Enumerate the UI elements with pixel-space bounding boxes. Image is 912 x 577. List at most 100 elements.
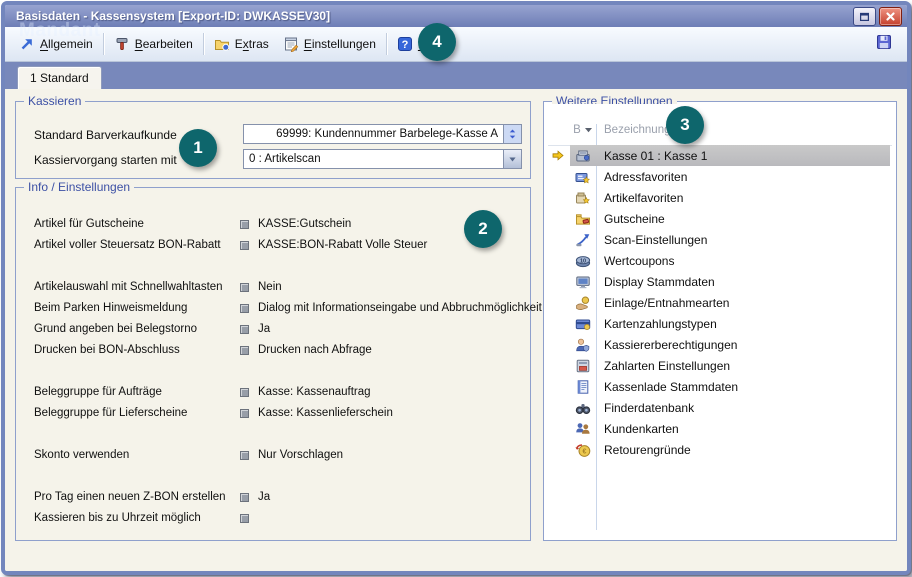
group-kassieren: Kassieren Standard Barverkaufkunde 69999… <box>15 101 531 179</box>
settings-list-row[interactable]: Gutscheine <box>546 208 894 229</box>
window-title: Basisdaten - Kassensystem [Export-ID: DW… <box>10 9 330 23</box>
settings-list-row-label: Kasse 01 : Kasse 1 <box>596 149 707 163</box>
bullet-icon <box>240 514 249 523</box>
settings-list-row-label: Display Stammdaten <box>596 275 715 289</box>
row-pointer-icon <box>552 150 564 161</box>
info-row: Pro Tag einen neuen Z-BON erstellenJa <box>34 487 524 507</box>
article-favorites-icon <box>575 190 591 206</box>
settings-list-row[interactable]: Kassiererberechtigungen <box>546 334 894 355</box>
row-gutter <box>546 313 570 334</box>
settings-list-row[interactable]: €Retourengründe <box>546 439 894 460</box>
row-body: Zahlarten Einstellungen <box>570 355 890 376</box>
row-gutter <box>546 292 570 313</box>
info-row-label: Grund angeben bei Belegstorno <box>34 323 240 335</box>
row-gutter <box>546 187 570 208</box>
row-body: Scan-Einstellungen <box>570 229 890 250</box>
settings-list: B Bezeichnung Kasse 01 : Kasse 1 Adressfa… <box>546 104 894 538</box>
toolbar-separator <box>386 33 387 55</box>
info-row-value: KASSE:BON-Rabatt Volle Steuer <box>258 239 427 251</box>
row-gutter <box>546 229 570 250</box>
restore-button[interactable] <box>853 7 876 26</box>
info-row-label: Artikel für Gutscheine <box>34 218 240 230</box>
callout-badge-4: 4 <box>418 23 456 61</box>
row-body: 10Wertcoupons <box>570 250 890 271</box>
cash-drawer-masterdata-icon <box>575 379 591 395</box>
settings-list-row[interactable]: Display Stammdaten <box>546 271 894 292</box>
settings-list-row[interactable]: Artikelfavoriten <box>546 187 894 208</box>
info-row: Drucken bei BON-AbschlussDrucken nach Ab… <box>34 340 524 360</box>
cashier-permissions-icon <box>575 337 591 353</box>
settings-list-row[interactable]: Kundenkarten <box>546 418 894 439</box>
info-row: Artikel für GutscheineKASSE:Gutschein <box>34 214 524 234</box>
toolbar-item-einstellungen[interactable]: Einstellungen <box>276 33 383 55</box>
settings-list-row[interactable]: Einlage/Entnahmearten <box>546 292 894 313</box>
list-header: B Bezeichnung <box>546 124 894 144</box>
return-reasons-icon: € <box>575 442 591 458</box>
callout-badge-1: 1 <box>179 129 217 167</box>
toolbar-item-bearbeiten[interactable]: Bearbeiten <box>107 33 200 55</box>
row-gutter <box>546 376 570 397</box>
info-row-value: Ja <box>258 491 270 503</box>
column-header-icon[interactable]: B <box>570 124 596 136</box>
restore-icon <box>858 10 871 23</box>
callout-badge-3: 3 <box>666 106 704 144</box>
address-favorites-icon <box>575 169 591 185</box>
settings-list-row[interactable]: Zahlarten Einstellungen <box>546 355 894 376</box>
toolbar: AllgemeinBearbeitenExtrasEinstellungen?H… <box>5 27 907 62</box>
page: Kassieren Standard Barverkaufkunde 69999… <box>5 89 907 571</box>
standard-barverkaufkunde-label: Standard Barverkaufkunde <box>34 128 177 142</box>
settings-list-row[interactable]: Kasse 01 : Kasse 1 <box>546 145 894 166</box>
settings-list-row[interactable]: Kartenzahlungstypen <box>546 313 894 334</box>
settings-list-row[interactable]: Scan-Einstellungen <box>546 229 894 250</box>
group-info-einstellungen: Info / Einstellungen Artikel für Gutsche… <box>15 187 531 541</box>
info-row: Beim Parken HinweismeldungDialog mit Inf… <box>34 298 524 318</box>
info-row-label: Beleggruppe für Lieferscheine <box>34 407 240 419</box>
card-payment-types-icon <box>575 316 591 332</box>
save-button[interactable] <box>868 32 900 57</box>
toolbar-item-extras[interactable]: Extras <box>207 33 276 55</box>
close-button[interactable] <box>879 7 902 26</box>
spinner-buttons[interactable] <box>503 125 521 143</box>
settings-list-row[interactable]: Adressfavoriten <box>546 166 894 187</box>
group-kassieren-title: Kassieren <box>24 94 85 108</box>
row-body: Kassenlade Stammdaten <box>570 376 890 397</box>
row-body: Artikelfavoriten <box>570 187 890 208</box>
info-row-label: Artikelauswahl mit Schnellwahltasten <box>34 281 240 293</box>
toolbar-separator <box>103 33 104 55</box>
info-row-label: Beim Parken Hinweismeldung <box>34 302 240 314</box>
dropdown-button[interactable] <box>503 150 521 168</box>
column-header-icon-label: B <box>573 124 581 136</box>
settings-list-row-label: Zahlarten Einstellungen <box>596 359 730 373</box>
row-body: €Retourengründe <box>570 439 890 460</box>
column-header-bezeichnung[interactable]: Bezeichnung <box>604 124 671 136</box>
row-gutter <box>546 271 570 292</box>
row-gutter <box>546 355 570 376</box>
settings-list-row-label: Kassiererberechtigungen <box>596 338 737 352</box>
app-window: Basisdaten - Kassensystem [Export-ID: DW… <box>1 1 911 575</box>
settings-list-row[interactable]: Kassenlade Stammdaten <box>546 376 894 397</box>
toolbar-item-allgemein[interactable]: Allgemein <box>12 33 100 55</box>
arrow-up-right-icon <box>19 36 35 52</box>
standard-barverkaufkunde-field[interactable]: 69999: Kundennummer Barbelege-Kasse A <box>243 124 522 144</box>
toolbar-item-label: Bearbeiten <box>135 37 193 51</box>
settings-list-row[interactable]: Finderdatenbank <box>546 397 894 418</box>
spinner-arrows-icon <box>507 127 518 141</box>
settings-list-row[interactable]: 10Wertcoupons <box>546 250 894 271</box>
tab-standard[interactable]: 1 Standard <box>17 66 102 89</box>
kassiervorgang-dropdown[interactable]: 0 : Artikelscan <box>243 149 522 169</box>
row-gutter <box>546 145 570 166</box>
svg-text:10: 10 <box>580 258 586 264</box>
deposit-withdrawal-icon <box>575 295 591 311</box>
row-body: Kundenkarten <box>570 418 890 439</box>
callout-badge-2: 2 <box>464 210 502 248</box>
display-masterdata-icon <box>575 274 591 290</box>
row-body: Adressfavoriten <box>570 166 890 187</box>
info-row-label: Kassieren bis zu Uhrzeit möglich <box>34 512 240 524</box>
row-body: Kartenzahlungstypen <box>570 313 890 334</box>
row-gutter <box>546 166 570 187</box>
settings-list-row-label: Artikelfavoriten <box>596 191 683 205</box>
row-body: Einlage/Entnahmearten <box>570 292 890 313</box>
info-row-value: Dialog mit Informationseingabe und Abbru… <box>258 302 542 314</box>
bullet-icon <box>240 493 249 502</box>
settings-list-row-label: Finderdatenbank <box>596 401 694 415</box>
